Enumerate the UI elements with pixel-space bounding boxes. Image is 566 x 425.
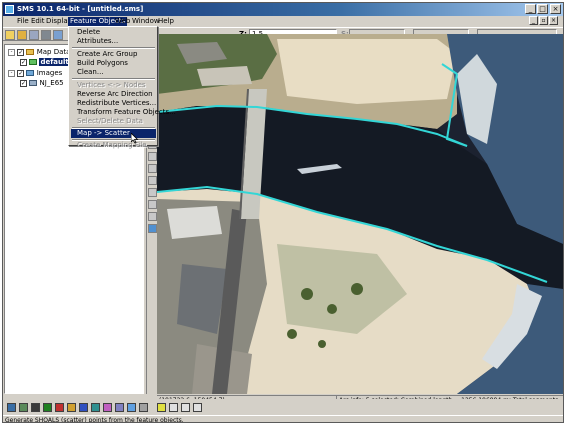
menu-separator [72,47,155,49]
create-node-tool-icon[interactable] [148,152,157,161]
rotate-tool-icon[interactable] [148,188,157,197]
checkbox-images[interactable]: ✓ [17,69,25,77]
title-bar[interactable]: SMS 10.1 64-bit - [untitled.sms] _ □ × [3,3,563,16]
mouse-cursor-icon [131,133,139,144]
annotation-module-icon[interactable] [103,403,112,412]
menu-item-delete[interactable]: Delete [71,28,156,37]
app-window: SMS 10.1 64-bit - [untitled.sms] _ □ × F… [2,2,564,423]
menu-item-reverse-arc[interactable]: Reverse Arc Direction [71,90,156,99]
mdi-minimize-button[interactable]: _ [529,16,538,25]
polygon-tool-icon[interactable] [148,212,157,221]
cartesian-module-icon[interactable] [115,403,124,412]
checkbox-image-file[interactable]: ✓ [20,79,27,87]
menu-item-attributes[interactable]: Attributes... [71,37,156,46]
map-view[interactable] [157,34,563,394]
light-icon[interactable] [157,403,166,412]
menu-help[interactable]: Help [156,17,176,27]
mdi-restore-button[interactable]: ▫ [539,16,548,25]
tree-label-image-file: NJ_E65 [39,79,64,87]
grid-module-icon[interactable] [19,403,28,412]
maximize-button[interactable]: □ [537,4,548,14]
menu-item-create-arc-group[interactable]: Create Arc Group [71,50,156,59]
app-icon [5,5,14,14]
module-toolbar [3,399,563,415]
new-file-icon[interactable] [5,30,15,40]
collapse-toggle[interactable]: - [8,69,15,77]
tree-label-default: default [39,58,70,66]
print-icon[interactable] [29,30,39,40]
menu-item-map-to-scatter[interactable]: Map -> Scatter [71,129,156,138]
menu-separator [72,78,155,80]
extra-module-icon[interactable] [139,403,148,412]
mesh-module-icon[interactable] [7,403,16,412]
quadtree-module-icon[interactable] [79,403,88,412]
coverage-icon [29,59,38,65]
menu-item-redistribute[interactable]: Redistribute Vertices... [71,99,156,108]
save-icon[interactable] [53,30,63,40]
checkbox-default[interactable]: ✓ [20,58,27,66]
tree-item-image-file[interactable]: ✓ NJ_E65 [20,79,64,88]
particle-module-icon[interactable] [67,403,76,412]
menu-item-transform[interactable]: Transform Feature Objects... [71,108,176,117]
tree-label-images: Images [36,69,63,77]
tree-item-images[interactable]: - ✓ Images [8,69,62,78]
folder-icon [26,49,35,55]
feature-objects-menu: Delete Attributes... Create Arc Group Bu… [68,26,176,149]
refresh-icon[interactable] [193,403,202,412]
menu-item-vertices-nodes: Vertices <-> Nodes [77,81,146,89]
measure-tool-icon[interactable] [148,200,157,209]
images-icon [26,70,35,76]
tree-label-map-data: Map Data [36,48,71,56]
mdi-buttons: _ ▫ × [528,16,558,25]
image-icon [29,80,38,86]
mdi-close-button[interactable]: × [549,16,558,25]
open-folder-icon[interactable] [17,30,27,40]
generic-model-icon[interactable] [127,403,136,412]
status-message: Generate SHOALS (scatter) points from th… [3,415,563,422]
close-button[interactable]: × [550,4,561,14]
frame-icon[interactable] [181,403,190,412]
tree-item-map-data[interactable]: - ✓ Map Data [8,48,70,57]
collapse-toggle[interactable]: - [8,48,15,56]
menu-item-select-delete-data: Select/Delete Data [77,117,143,125]
window-title: SMS 10.1 64-bit - [untitled.sms] [17,5,144,13]
raster-module-icon[interactable] [91,403,100,412]
aerial-image [157,34,563,394]
menu-item-create-mapping-file: Create Mapping File [77,141,147,149]
minimize-button[interactable]: _ [525,4,536,14]
checkbox-map-data[interactable]: ✓ [17,48,25,56]
scatter-module-icon[interactable] [31,403,40,412]
menu-item-build-polygons[interactable]: Build Polygons [71,59,156,68]
map-module-icon[interactable] [43,403,52,412]
delete-icon[interactable] [41,30,51,40]
color-tool-icon[interactable] [148,224,157,233]
tree-item-default[interactable]: ✓ default [20,58,70,67]
gis-module-icon[interactable] [55,403,64,412]
zoom-tool-icon[interactable] [148,164,157,173]
pan-tool-icon[interactable] [148,176,157,185]
menu-item-clean[interactable]: Clean... [71,68,156,77]
properties-icon[interactable] [169,403,178,412]
